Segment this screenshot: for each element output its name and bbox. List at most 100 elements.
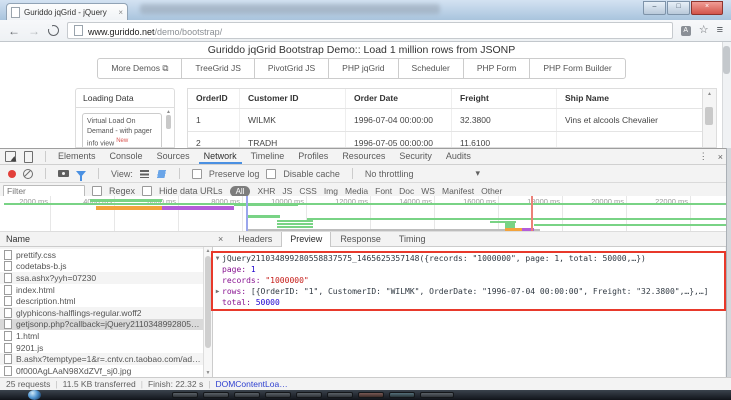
view-waterfall-icon[interactable]: [156, 170, 167, 178]
reload-icon[interactable]: [48, 25, 59, 36]
type-xhr[interactable]: XHR: [257, 186, 275, 196]
type-doc[interactable]: Doc: [399, 186, 414, 196]
tab-sources[interactable]: Sources: [150, 149, 197, 164]
scroll-up-icon[interactable]: ▲: [204, 248, 212, 254]
tab-timeline[interactable]: Timeline: [244, 149, 292, 164]
request-row[interactable]: index.html: [0, 284, 203, 296]
treegrid-js-button[interactable]: TreeGrid JS: [181, 58, 255, 79]
col-freight[interactable]: Freight: [452, 89, 557, 108]
tab-close-icon[interactable]: ×: [118, 8, 123, 17]
type-other[interactable]: Other: [481, 186, 502, 196]
pivotgrid-js-button[interactable]: PivotGrid JS: [254, 58, 329, 79]
chrome-menu-icon[interactable]: ≡: [717, 25, 723, 36]
type-css[interactable]: CSS: [299, 186, 316, 196]
type-all[interactable]: All: [230, 186, 251, 197]
regex-checkbox[interactable]: [92, 186, 102, 196]
browser-tab[interactable]: Guriddo jqGrid - jQuery ×: [6, 3, 128, 20]
tab-preview[interactable]: Preview: [281, 232, 331, 247]
filter-funnel-icon[interactable]: [76, 171, 86, 177]
device-toolbar-icon[interactable]: [24, 151, 33, 163]
request-row[interactable]: 1.html: [0, 330, 203, 342]
network-overview[interactable]: 2000 ms 4000 ms 6000 ms 8000 ms 10000 ms…: [0, 196, 731, 232]
taskbar-button[interactable]: [420, 392, 454, 398]
disable-cache-checkbox[interactable]: [266, 169, 276, 179]
scroll-up-icon[interactable]: ▲: [166, 110, 171, 115]
tab-resources[interactable]: Resources: [335, 149, 392, 164]
clear-icon[interactable]: [23, 169, 33, 179]
expander-open-icon[interactable]: ▼: [213, 253, 222, 264]
devtools-kebab-icon[interactable]: ⋮: [699, 151, 708, 162]
type-media[interactable]: Media: [345, 186, 368, 196]
type-font[interactable]: Font: [375, 186, 392, 196]
tab-audits[interactable]: Audits: [439, 149, 478, 164]
forward-icon[interactable]: →: [28, 25, 40, 37]
hide-data-urls-checkbox[interactable]: [142, 186, 152, 196]
col-customer-id[interactable]: Customer ID: [240, 89, 346, 108]
taskbar-button[interactable]: [327, 392, 353, 398]
scroll-down-icon[interactable]: ▼: [204, 370, 212, 376]
maximize-button[interactable]: □: [667, 1, 690, 15]
json-root-line[interactable]: ▼ jQuery211034899280558837575_1465625357…: [213, 253, 725, 264]
taskbar-button[interactable]: [234, 392, 260, 398]
page-scrollbar-thumb[interactable]: [723, 46, 730, 74]
inspect-element-icon[interactable]: [5, 151, 16, 162]
request-row[interactable]: prettify.css: [0, 249, 203, 261]
taskbar-button[interactable]: [389, 392, 415, 398]
request-row[interactable]: codetabs-b.js: [0, 261, 203, 273]
throttling-select[interactable]: No throttling: [365, 169, 414, 179]
devtools-close-icon[interactable]: ×: [718, 152, 723, 162]
start-orb-icon[interactable]: [28, 390, 41, 400]
view-grid-icon[interactable]: [140, 170, 149, 178]
scheduler-button[interactable]: Scheduler: [398, 58, 464, 79]
tab-profiles[interactable]: Profiles: [291, 149, 335, 164]
taskbar-button[interactable]: [265, 392, 291, 398]
close-button[interactable]: ×: [691, 1, 723, 15]
taskbar-button[interactable]: [203, 392, 229, 398]
tab-elements[interactable]: Elements: [51, 149, 103, 164]
name-column-header[interactable]: Name: [0, 234, 212, 244]
request-row[interactable]: ssa.ashx?yyh=07230: [0, 272, 203, 284]
record-icon[interactable]: [8, 170, 16, 178]
grid-row-1[interactable]: 1 WILMK 1996-07-04 00:00:00 32.3800 Vins…: [188, 109, 716, 132]
detail-close-icon[interactable]: ×: [212, 232, 229, 247]
type-ws[interactable]: WS: [421, 186, 435, 196]
request-row-selected[interactable]: getjsonp.php?callback=jQuery211034899280…: [0, 319, 203, 331]
preserve-log-checkbox[interactable]: [192, 169, 202, 179]
minimize-button[interactable]: –: [643, 1, 666, 15]
scroll-up-icon[interactable]: ▲: [703, 89, 716, 97]
request-row[interactable]: description.html: [0, 295, 203, 307]
php-form-button[interactable]: PHP Form: [463, 58, 531, 79]
tab-headers[interactable]: Headers: [229, 232, 281, 247]
tab-security[interactable]: Security: [392, 149, 439, 164]
panel-scrollbar-thumb[interactable]: [166, 115, 171, 129]
tab-timing[interactable]: Timing: [390, 232, 435, 247]
col-orderid[interactable]: OrderID: [188, 89, 240, 108]
panel-scrollbar[interactable]: ▲: [166, 110, 171, 129]
type-manifest[interactable]: Manifest: [442, 186, 474, 196]
bookmark-star-icon[interactable]: ☆: [699, 25, 709, 36]
translate-icon[interactable]: A: [681, 26, 691, 36]
tab-response[interactable]: Response: [331, 232, 390, 247]
type-img[interactable]: Img: [324, 186, 338, 196]
grid-scrollbar[interactable]: ▲: [702, 89, 716, 147]
back-icon[interactable]: ←: [8, 25, 20, 37]
request-row[interactable]: 0f000AgLAaN98XdZVf_sj0.jpg: [0, 365, 203, 377]
type-js[interactable]: JS: [282, 186, 292, 196]
col-order-date[interactable]: Order Date: [346, 89, 452, 108]
tab-console[interactable]: Console: [103, 149, 150, 164]
screenshot-camera-icon[interactable]: [58, 170, 69, 177]
tab-network[interactable]: Network: [197, 149, 244, 164]
taskbar-button[interactable]: [358, 392, 384, 398]
json-rows-line[interactable]: ▶ rows: [{OrderID: "1", CustomerID: "WIL…: [213, 286, 725, 297]
grid-scrollbar-thumb[interactable]: [705, 107, 713, 125]
grid-row-2[interactable]: 2 TRADH 1996-07-05 00:00:00 11.6100: [188, 132, 716, 148]
request-row[interactable]: glyphicons-halflings-regular.woff2: [0, 307, 203, 319]
request-row[interactable]: B.ashx?temptype=1&r=.cntv.cn.taobao.com/…: [0, 353, 203, 365]
request-row[interactable]: 9201.js: [0, 342, 203, 354]
url-field[interactable]: www.guriddo.net/demo/bootstrap/: [67, 22, 673, 39]
php-jqgrid-button[interactable]: PHP jqGrid: [328, 58, 398, 79]
taskbar-button[interactable]: [172, 392, 198, 398]
request-scrollbar-thumb[interactable]: [205, 256, 211, 348]
expander-closed-icon[interactable]: ▶: [213, 286, 222, 297]
php-form-builder-button[interactable]: PHP Form Builder: [529, 58, 625, 79]
